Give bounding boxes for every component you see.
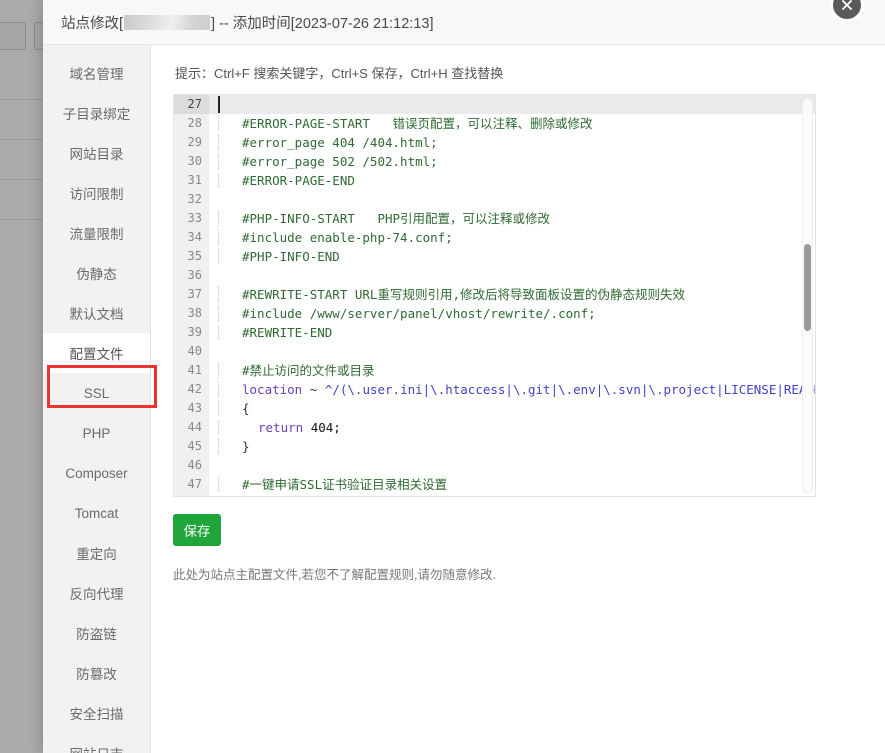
- fold-guide: [218, 173, 219, 188]
- save-button[interactable]: 保存: [173, 514, 221, 546]
- sidebar-item-ssl[interactable]: SSL: [43, 373, 150, 413]
- line-number: 39: [187, 325, 202, 339]
- sidebar-item-reverse-proxy[interactable]: 反向代理: [43, 573, 150, 613]
- line-number: 40: [187, 344, 202, 358]
- redacted-domain: [124, 14, 211, 30]
- fold-guide: [218, 401, 219, 416]
- code-editor[interactable]: 27 28 29 30 31 32 33 34 35 36 37 38 39 40 41 42 43 44 45 46…: [173, 94, 816, 497]
- code-line[interactable]: #禁止访问的文件或目录: [209, 361, 815, 380]
- code-line[interactable]: #REWRITE-START URL重写规则引用,修改后将导致面板设置的伪静态规…: [209, 285, 815, 304]
- sidebar-item-site-dir[interactable]: 网站目录: [43, 133, 150, 173]
- settings-sidebar: 域名管理 子目录绑定 网站目录 访问限制 流量限制 伪静态 默认文档 配置文件 …: [43, 45, 157, 753]
- code-line[interactable]: #一键申请SSL证书验证目录相关设置: [209, 475, 815, 494]
- line-number: 27: [174, 95, 209, 114]
- code-line[interactable]: #error_page 502 /502.html;: [209, 152, 815, 171]
- code-line[interactable]: [209, 190, 815, 209]
- modal-title-prefix: 站点修改[: [61, 15, 124, 32]
- code-line[interactable]: #PHP-INFO-START PHP引用配置，可以注释或修改: [209, 209, 815, 228]
- line-number: 42: [187, 382, 202, 396]
- config-file-panel: 提示：Ctrl+F 搜索关键字，Ctrl+S 保存，Ctrl+H 查找替换 27…: [151, 45, 885, 753]
- fold-guide: [218, 477, 219, 492]
- fold-guide: [218, 306, 219, 321]
- fold-guide: [218, 249, 219, 264]
- fold-guide: [218, 230, 219, 245]
- code-line[interactable]: {: [209, 399, 815, 418]
- line-number: 33: [187, 211, 202, 225]
- line-number: 43: [187, 401, 202, 415]
- modal-title: 站点修改[ ] -- 添加时间[2023-07-26 21:12:13]: [61, 12, 433, 33]
- code-line[interactable]: #REWRITE-END: [209, 323, 815, 342]
- sidebar-item-access-limit[interactable]: 访问限制: [43, 173, 150, 213]
- line-number: 34: [187, 230, 202, 244]
- code-line[interactable]: #include /www/server/panel/vhost/rewrite…: [209, 304, 815, 323]
- fold-guide: [218, 363, 219, 378]
- line-number: 32: [187, 192, 202, 206]
- sidebar-item-traffic-limit[interactable]: 流量限制: [43, 213, 150, 253]
- modal-body: 域名管理 子目录绑定 网站目录 访问限制 流量限制 伪静态 默认文档 配置文件 …: [43, 45, 885, 753]
- sidebar-item-config-file[interactable]: 配置文件: [43, 333, 150, 373]
- code-line[interactable]: #ERROR-PAGE-END: [209, 171, 815, 190]
- code-line[interactable]: [209, 456, 815, 475]
- sidebar-item-security-scan[interactable]: 安全扫描: [43, 693, 150, 733]
- fold-guide: [218, 116, 219, 131]
- sidebar-item-anti-tamper[interactable]: 防篡改: [43, 653, 150, 693]
- code-line[interactable]: [209, 342, 815, 361]
- code-line[interactable]: #ERROR-PAGE-START 错误页配置，可以注释、删除或修改: [209, 114, 815, 133]
- line-number: 30: [187, 154, 202, 168]
- sidebar-item-php[interactable]: PHP: [43, 413, 150, 453]
- line-number: 47: [187, 477, 202, 491]
- sidebar-item-anti-leech[interactable]: 防盗链: [43, 613, 150, 653]
- fold-guide: [218, 382, 219, 397]
- line-number: 44: [187, 420, 202, 434]
- site-edit-modal: 站点修改[ ] -- 添加时间[2023-07-26 21:12:13] 域名管…: [43, 0, 885, 753]
- fold-guide: [218, 325, 219, 340]
- editor-scrollbar-thumb[interactable]: [804, 244, 811, 331]
- sidebar-item-tomcat[interactable]: Tomcat: [43, 493, 150, 533]
- modal-title-suffix: ] -- 添加时间[2023-07-26 21:12:13]: [211, 15, 434, 32]
- fold-guide: [218, 287, 219, 302]
- line-number: 36: [187, 268, 202, 282]
- editor-code-area[interactable]: #ERROR-PAGE-START 错误页配置，可以注释、删除或修改 #error…: [209, 95, 815, 496]
- line-number: 41: [187, 363, 202, 377]
- code-line[interactable]: location ~ \.well-known{: [209, 494, 815, 496]
- line-number: 31: [187, 173, 202, 187]
- line-number: 45: [187, 439, 202, 453]
- code-line[interactable]: #include enable-php-74.conf;: [209, 228, 815, 247]
- editor-hint: 提示：Ctrl+F 搜索关键字，Ctrl+S 保存，Ctrl+H 查找替换: [175, 66, 504, 81]
- code-line[interactable]: return 404;: [209, 418, 815, 437]
- sidebar-item-rewrite[interactable]: 伪静态: [43, 253, 150, 293]
- sidebar-item-redirect[interactable]: 重定向: [43, 533, 150, 573]
- footer-warning-note: 此处为站点主配置文件,若您不了解配置规则,请勿随意修改.: [173, 568, 496, 582]
- editor-gutter: 27 28 29 30 31 32 33 34 35 36 37 38 39 40 41 42 43 44 45 46…: [174, 95, 209, 496]
- line-number: 35: [187, 249, 202, 263]
- line-number: 48: [174, 494, 209, 496]
- fold-guide: [218, 154, 219, 169]
- sidebar-item-default-doc[interactable]: 默认文档: [43, 293, 150, 333]
- text-cursor: [218, 96, 220, 113]
- code-line[interactable]: #error_page 404 /404.html;: [209, 133, 815, 152]
- code-line[interactable]: [209, 266, 815, 285]
- fold-guide: [218, 135, 219, 150]
- code-line[interactable]: [209, 95, 815, 114]
- line-number: 29: [187, 135, 202, 149]
- editor-scrollbar[interactable]: [802, 98, 813, 493]
- sidebar-item-subdir-bind[interactable]: 子目录绑定: [43, 93, 150, 133]
- code-line[interactable]: location ~ ^/(\.user.ini|\.htaccess|\.gi…: [209, 380, 815, 399]
- code-line[interactable]: }: [209, 437, 815, 456]
- line-number: 37: [187, 287, 202, 301]
- fold-guide: [218, 211, 219, 226]
- sidebar-item-domain[interactable]: 域名管理: [43, 53, 150, 93]
- modal-header: 站点修改[ ] -- 添加时间[2023-07-26 21:12:13]: [43, 0, 885, 45]
- fold-guide: [218, 439, 219, 454]
- line-number: 46: [187, 458, 202, 472]
- code-line[interactable]: #PHP-INFO-END: [209, 247, 815, 266]
- sidebar-item-composer[interactable]: Composer: [43, 453, 150, 493]
- line-number: 38: [187, 306, 202, 320]
- sidebar-item-site-log[interactable]: 网站日志: [43, 733, 150, 753]
- fold-guide: [218, 420, 219, 435]
- line-number: 28: [187, 116, 202, 130]
